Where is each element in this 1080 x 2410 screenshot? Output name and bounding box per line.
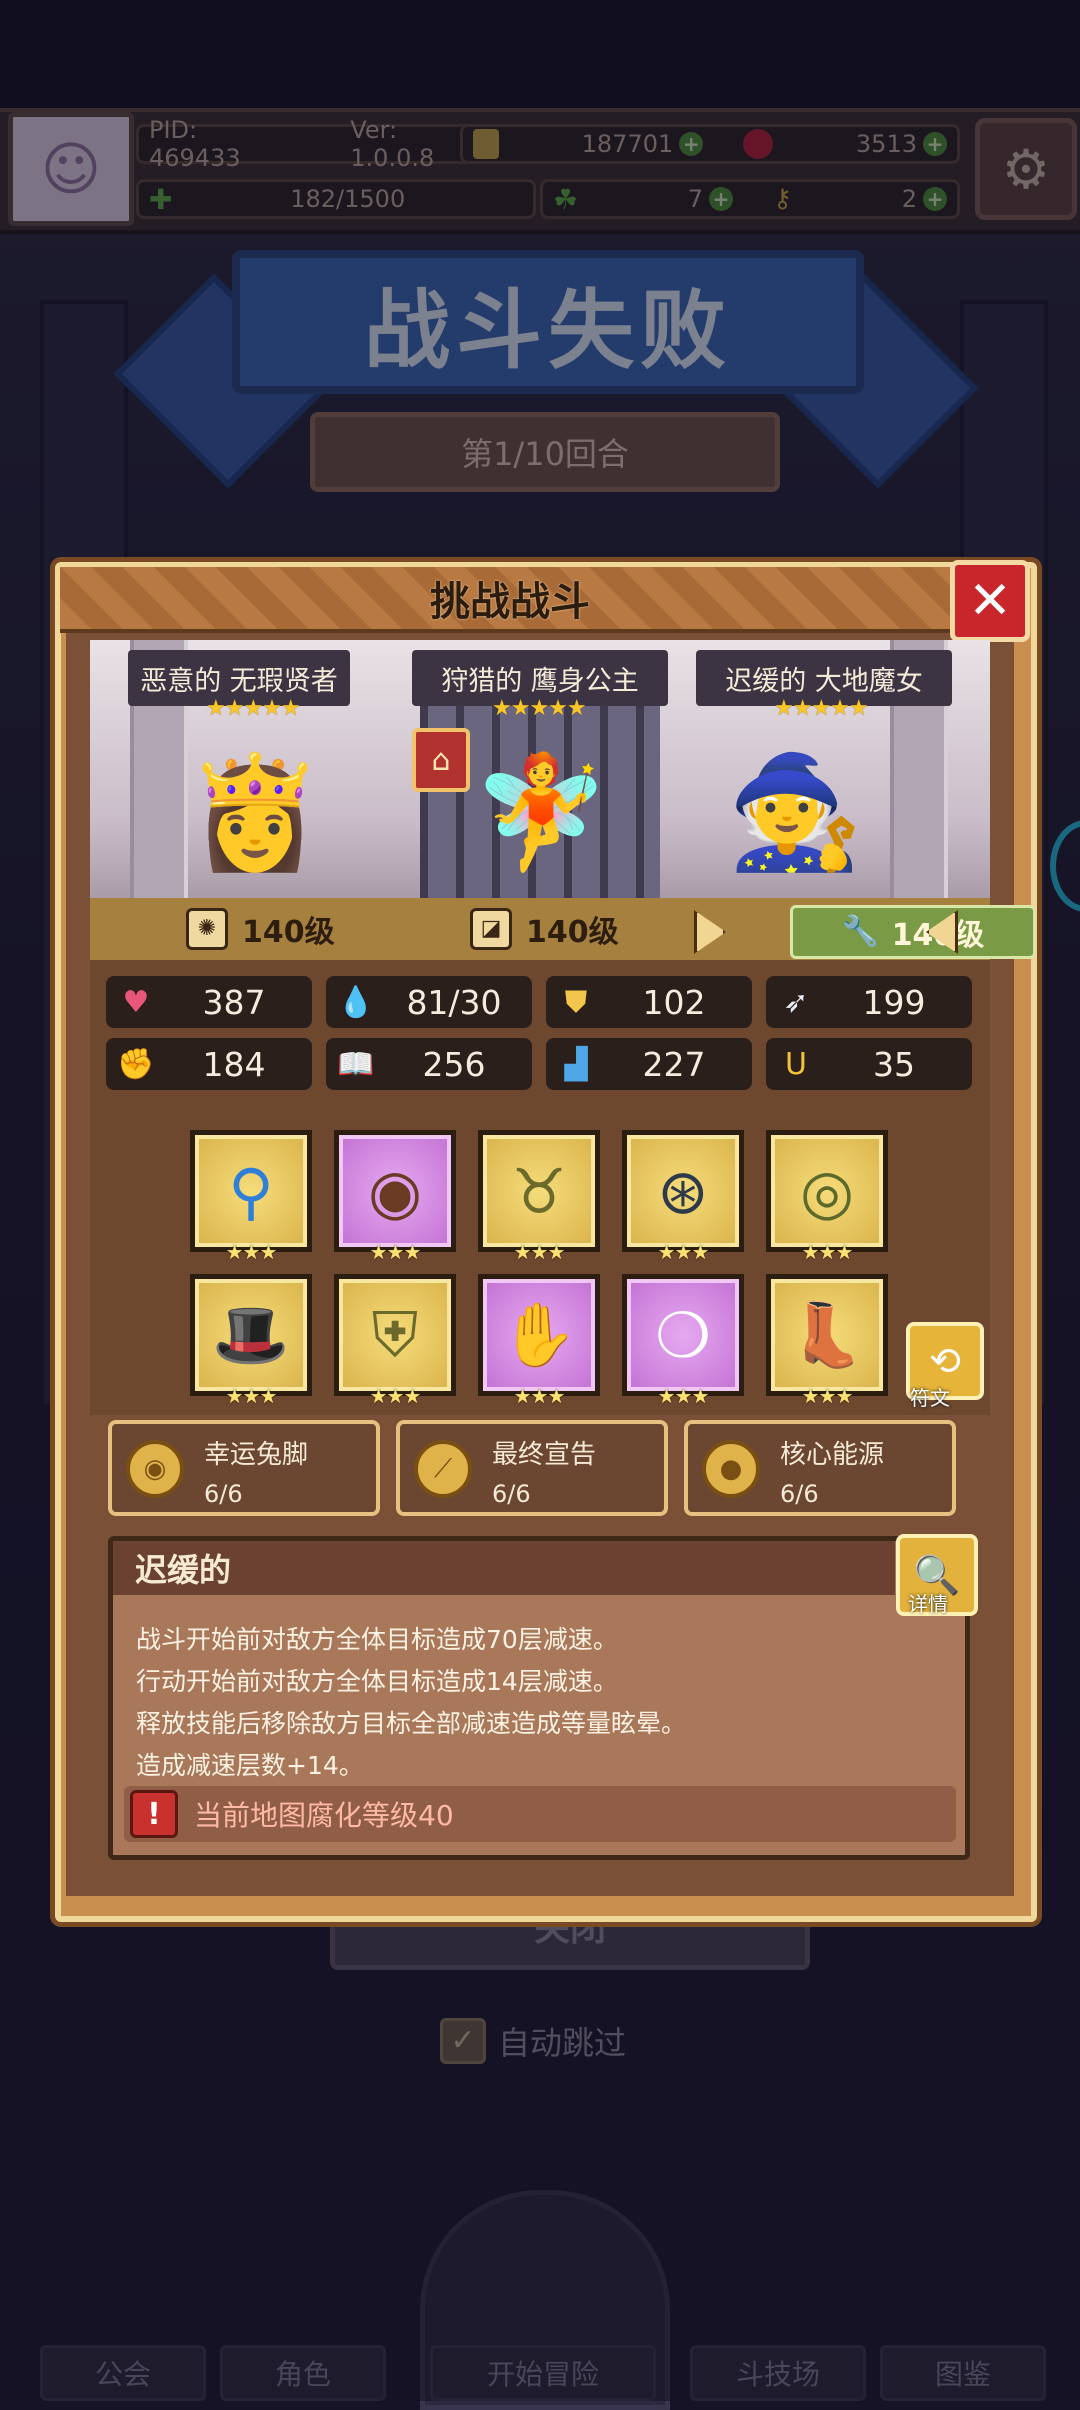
dialog-header: 挑战战斗 [60,567,960,633]
wrench-class-icon: 🔧 [841,914,880,949]
hero-badge-icon: ⌂ [412,728,470,792]
shield-icon: ⛊ [564,984,588,1020]
close-icon: ✕ [968,571,1012,631]
affix-effect-line: 行动开始前对敌方全体目标造成14层减速。 [136,1667,618,1696]
set-count: 6/6 [780,1480,819,1508]
horseshoe-icon: Ս [785,1046,807,1082]
stat-mana-value: 81/30 [406,982,502,1022]
stat-mana: 💧 81/30 [326,976,532,1028]
wing-icon: ➶ [783,984,809,1020]
equip-slot-necklace[interactable]: ♉ [478,1130,600,1252]
set-core-icon: ● [702,1440,760,1498]
detail-label: 详情 [908,1592,948,1616]
equip-slot-armor[interactable]: ⛨ [334,1274,456,1396]
equip-stars: ★★★ [225,1240,278,1264]
set-bonus-3[interactable]: ● 核心能源 6/6 [684,1420,956,1516]
stat-speed: ➶ 199 [766,976,972,1028]
water-drop-icon: 💧 [337,984,375,1020]
fist-icon: ✊ [117,1046,155,1082]
harpy-portrait-icon[interactable]: 🧚 [466,730,616,895]
stat-luck-value: 35 [873,1044,915,1084]
stat-hp-value: 387 [202,982,266,1022]
stat-luck: Ս 35 [766,1038,972,1090]
belt-icon: ❍ [655,1298,711,1372]
dialog-title: 挑战战斗 [430,579,590,625]
witch-portrait-icon[interactable]: 🧙 [720,730,870,895]
equip-stars: ★★★ [513,1240,566,1264]
equip-stars: ★★★ [369,1384,422,1408]
hat-icon: 🎩 [212,1298,290,1371]
set-sword-icon: ⟋ [414,1440,472,1498]
stat-speed-value: 199 [862,982,926,1022]
set-count: 6/6 [204,1480,243,1508]
ring-icon: ◎ [799,1154,855,1228]
equip-slot-ring[interactable]: ◎ [766,1130,888,1252]
stat-hp: ♥ 387 [106,976,312,1028]
equip-slot-hat[interactable]: 🎩 [190,1274,312,1396]
equip-stars: ★★★ [513,1384,566,1408]
shield-icon: ◉ [367,1154,423,1228]
affix-title: 迟缓的 [113,1541,895,1595]
equip-stars: ★★★ [657,1240,710,1264]
equip-stars: ★★★ [225,1384,278,1408]
swap-icon: ⟲ [929,1339,961,1383]
set-name: 核心能源 [780,1440,885,1470]
hero-stars-2: ★★★★★ [492,696,587,721]
book-icon: 📖 [337,1046,375,1082]
set-coin-icon: ◉ [126,1440,184,1498]
set-bonus-1[interactable]: ◉ 幸运兔脚 6/6 [108,1420,380,1516]
stat-defense: ⛊ 102 [546,976,752,1028]
stat-attack-value: 184 [202,1044,266,1084]
stat-defense-value: 102 [642,982,706,1022]
sun-class-icon: ✺ [186,908,228,950]
equip-slot-glove[interactable]: ✋ [478,1274,600,1396]
hero-level-2[interactable]: ◪ 140级 [470,898,619,960]
hero-stars-3: ★★★★★ [774,696,869,721]
affix-effect-line: 释放技能后移除敌方目标全部减速造成等量眩晕。 [136,1709,687,1738]
hero-level-1-value: 140级 [242,915,335,950]
selection-arrow-left-icon [694,910,726,954]
set-bonus-2[interactable]: ⟋ 最终宣告 6/6 [396,1420,668,1516]
equip-stars: ★★★ [369,1240,422,1264]
hero-level-1[interactable]: ✺ 140级 [186,898,335,960]
glove-icon: ✋ [500,1298,578,1371]
set-name: 幸运兔脚 [204,1440,309,1470]
stat-attack: ✊ 184 [106,1038,312,1090]
equip-slot-boots[interactable]: 👢 [766,1274,888,1396]
staff-icon: ⚲ [228,1154,274,1228]
equip-slot-staff[interactable]: ⚲ [190,1130,312,1252]
hero-level-3[interactable]: 🔧 140级 [790,905,1036,959]
sage-portrait-icon[interactable]: 👸 [180,730,330,895]
set-name: 最终宣告 [492,1440,597,1470]
equip-stars: ★★★ [657,1384,710,1408]
necklace-icon: ♉ [511,1154,567,1228]
stat-magic-value: 256 [422,1044,486,1084]
affix-effect-line: 造成减速层数+14。 [136,1751,364,1780]
boot-icon: ▟ [564,1046,588,1082]
set-count: 6/6 [492,1480,531,1508]
heart-icon: ♥ [122,984,150,1020]
hero-level-2-value: 140级 [526,915,619,950]
equip-slot-shield[interactable]: ◉ [334,1130,456,1252]
armor-icon: ⛨ [371,1298,419,1371]
rune-label: 符文 [910,1386,950,1410]
stat-resist: ▟ 227 [546,1038,752,1090]
feather-class-icon: ◪ [470,908,512,950]
affix-effect-line: 战斗开始前对敌方全体目标造成70层减速。 [136,1625,618,1654]
stat-resist-value: 227 [642,1044,706,1084]
equip-slot-belt[interactable]: ❍ [622,1274,744,1396]
amulet-icon: ⊛ [657,1154,709,1228]
equip-stars: ★★★ [801,1384,854,1408]
stat-magic: 📖 256 [326,1038,532,1090]
warning-text: 当前地图腐化等级40 [194,1799,454,1832]
equip-slot-amulet[interactable]: ⊛ [622,1130,744,1252]
warning-icon: ! [130,1790,178,1838]
hero-stars-1: ★★★★★ [206,696,301,721]
equip-stars: ★★★ [801,1240,854,1264]
corruption-warning: ! 当前地图腐化等级40 [124,1786,956,1842]
close-dialog-button[interactable]: ✕ [950,560,1030,642]
boots-icon: 👢 [788,1298,866,1371]
hero-level-bar: ✺ 140级 ◪ 140级 🔧 140级 [90,898,1036,960]
